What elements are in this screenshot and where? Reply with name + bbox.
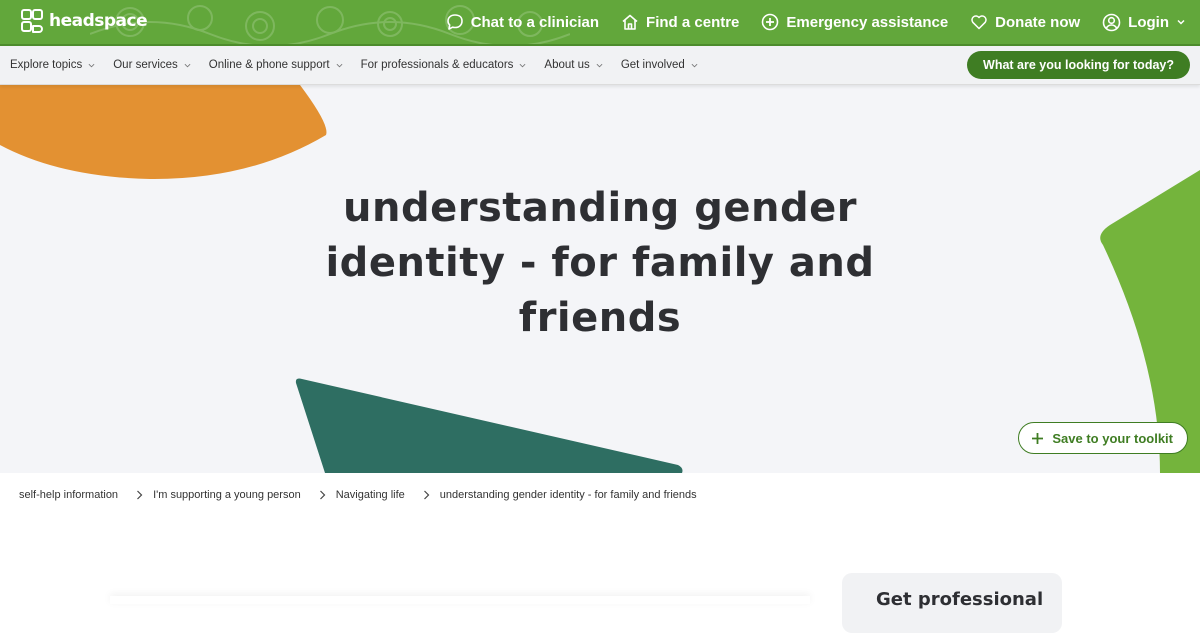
user-circle-icon: [1102, 13, 1121, 31]
chevron-down-icon: [184, 63, 191, 67]
side-card: Get professional: [842, 573, 1062, 633]
save-to-toolkit-button[interactable]: Save to your toolkit: [1018, 422, 1188, 454]
orange-shape: [0, 85, 327, 180]
nav-item-label: Our services: [113, 59, 178, 71]
teal-shape: [295, 378, 683, 473]
top-links: Chat to a clinician Find a centre Emerge…: [424, 0, 1186, 44]
plus-icon: [1032, 432, 1044, 444]
breadcrumb-current: understanding gender identity - for fami…: [439, 489, 697, 501]
breadcrumb: self-help information I'm supporting a y…: [19, 489, 697, 501]
main-nav: Explore topics Our services Online & pho…: [0, 46, 1200, 85]
nav-item-explore-topics[interactable]: Explore topics: [10, 59, 95, 71]
emergency-assistance-link[interactable]: Emergency assistance: [761, 13, 948, 31]
nav-item-professionals-educators[interactable]: For professionals & educators: [361, 59, 527, 71]
chevron-down-icon: [596, 63, 603, 67]
chevron-down-icon: [88, 63, 95, 67]
chevron-right-icon: [136, 490, 143, 500]
nav-item-label: Online & phone support: [208, 59, 330, 71]
chevron-right-icon: [423, 490, 430, 500]
nav-item-about-us[interactable]: About us: [544, 59, 603, 71]
chat-to-clinician-label: Chat to a clinician: [470, 13, 600, 31]
content-divider: [110, 596, 810, 604]
login-link[interactable]: Login: [1102, 13, 1186, 32]
nav-items: Explore topics Our services Online & pho…: [10, 46, 716, 84]
login-label: Login: [1128, 13, 1169, 31]
chat-bubble-icon: [446, 14, 463, 30]
chevron-down-icon: [519, 63, 526, 67]
top-bar: headspace Chat to a clinician Find a cen…: [0, 0, 1200, 46]
nav-item-label: For professionals & educators: [360, 59, 514, 71]
find-centre-label: Find a centre: [646, 13, 740, 31]
save-to-toolkit-label: Save to your toolkit: [1052, 430, 1173, 446]
headspace-logo[interactable]: headspace: [19, 8, 148, 34]
page-title: understanding gender identity - for fami…: [325, 185, 875, 341]
emergency-assistance-label: Emergency assistance: [786, 13, 949, 31]
nav-item-online-phone-support[interactable]: Online & phone support: [209, 59, 343, 71]
donate-now-label: Donate now: [995, 13, 1081, 31]
plus-circle-icon: [762, 13, 779, 31]
breadcrumb-item[interactable]: self-help information: [19, 489, 118, 501]
chevron-down-icon: [1177, 19, 1185, 25]
nav-item-our-services[interactable]: Our services: [113, 59, 191, 71]
chevron-down-icon: [336, 63, 343, 67]
breadcrumb-item[interactable]: I'm supporting a young person: [153, 489, 301, 501]
hero-banner: understanding gender identity - for fami…: [0, 85, 1200, 473]
heart-icon: [971, 15, 987, 30]
nav-item-label: Get involved: [620, 59, 685, 71]
breadcrumb-item[interactable]: Navigating life: [336, 489, 405, 501]
nav-item-get-involved[interactable]: Get involved: [621, 59, 698, 71]
nav-item-label: About us: [544, 59, 590, 71]
search-cta-button[interactable]: What are you looking for today?: [967, 51, 1190, 79]
headspace-logo-icon: [21, 9, 43, 33]
chevron-down-icon: [691, 63, 698, 67]
nav-item-label: Explore topics: [10, 59, 83, 71]
logo-text: headspace: [49, 11, 148, 31]
donate-now-link[interactable]: Donate now: [970, 13, 1080, 31]
chevron-right-icon: [319, 490, 326, 500]
chat-to-clinician-link[interactable]: Chat to a clinician: [446, 13, 599, 31]
home-icon: [622, 14, 638, 30]
find-centre-link[interactable]: Find a centre: [621, 13, 739, 31]
